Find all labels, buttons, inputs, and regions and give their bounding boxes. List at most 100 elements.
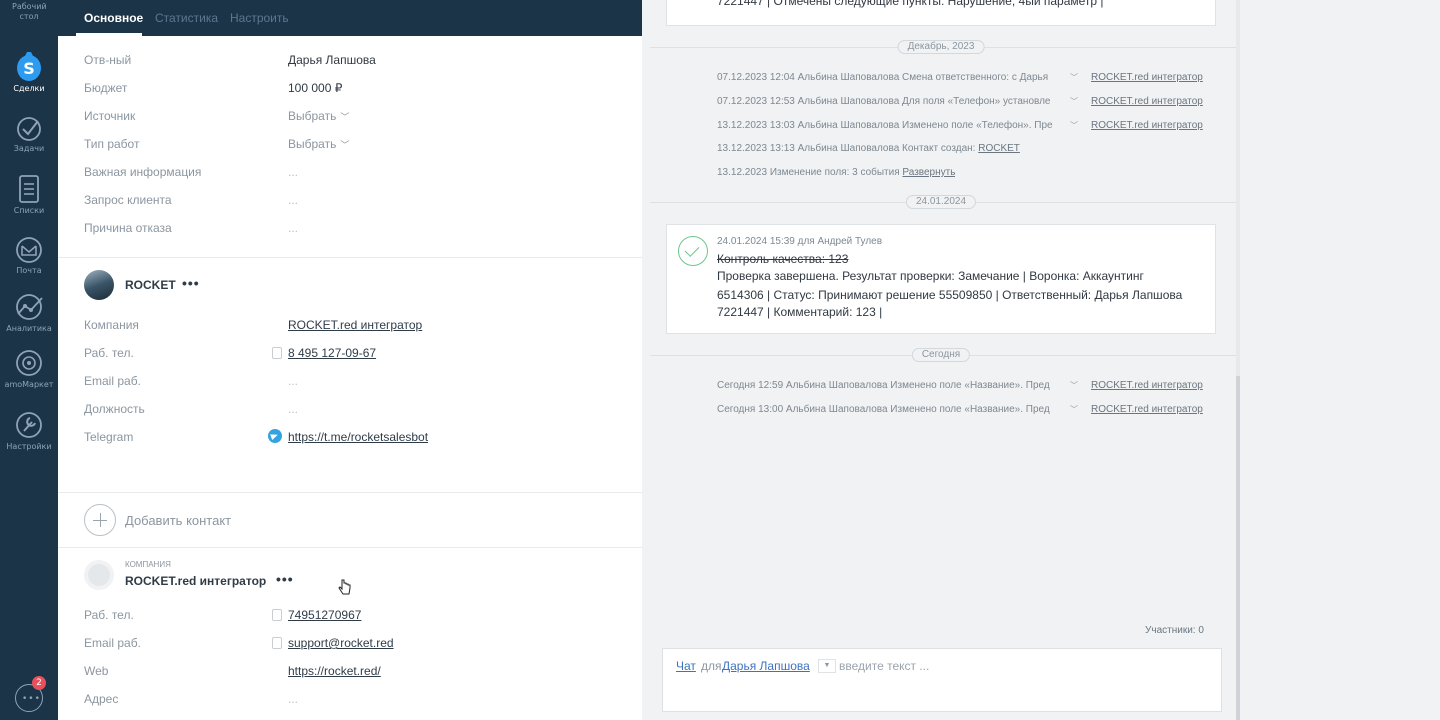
contact-field-phone: Раб. тел. 8 495 127-09-67 (84, 343, 624, 363)
field-source: Источник Выбрать ﹀ (84, 106, 624, 126)
chat-mode-link[interactable]: Чат (676, 659, 696, 673)
settings-icon (16, 412, 42, 438)
web-link[interactable]: https://rocket.red/ (288, 664, 381, 678)
telegram-link[interactable]: https://t.me/rocketsalesbot (288, 430, 428, 444)
nav-label: Настройки (6, 442, 52, 451)
contact-more-button[interactable]: ••• (182, 275, 200, 291)
tab-configure[interactable]: Настроить (230, 11, 289, 25)
phone-link[interactable]: 74951270967 (288, 608, 361, 622)
field-value[interactable]: ... (288, 374, 298, 388)
field-value[interactable]: ... (288, 165, 298, 179)
date-pill: 24.01.2024 (905, 195, 977, 209)
field-value[interactable]: ... (288, 692, 298, 706)
divider (58, 257, 642, 258)
avatar[interactable] (84, 270, 114, 300)
telegram-icon (268, 429, 282, 443)
mail-icon (16, 237, 42, 263)
participants-count[interactable]: Участники: 0 (1145, 625, 1204, 636)
event-text: 07.12.2023 12:04 Альбина Шаповалова Смен… (717, 72, 1049, 83)
chat-icon: ••• (22, 694, 41, 704)
event-text: 13.12.2023 Изменение поля: 3 события Раз… (717, 167, 955, 178)
chevron-down-icon[interactable]: ﹀ (1070, 96, 1078, 107)
contact-header: ROCKET ••• (84, 270, 284, 300)
contact-field-position: Должность ... (84, 399, 624, 419)
card-tabs: Основное Статистика Настроить (58, 0, 642, 36)
email-icon (272, 637, 282, 649)
event-entity-link[interactable]: ROCKET.red интегратор (1091, 72, 1203, 83)
field-label: Отв-ный (84, 53, 132, 67)
field-value[interactable]: 100 000 ₽ (288, 81, 342, 95)
event-text: Сегодня 12:59 Альбина Шаповалова Изменен… (717, 380, 1050, 391)
event-entity-link[interactable]: ROCKET.red интегратор (1091, 120, 1203, 131)
company-field-web: Web https://rocket.red/ (84, 661, 624, 681)
field-label: Должность (84, 402, 145, 416)
event-text-main: 13.12.2023 13:13 Альбина Шаповалова Конт… (717, 143, 979, 154)
check-circle-icon[interactable] (678, 236, 708, 266)
field-label: Тип работ (84, 137, 140, 151)
company-more-button[interactable]: ••• (276, 571, 294, 587)
nav-item-analytics[interactable]: Аналитика (0, 292, 58, 334)
field-budget: Бюджет 100 000 ₽ (84, 78, 624, 98)
chevron-down-icon[interactable]: ﹀ (1070, 72, 1078, 83)
contact-link[interactable]: ROCKET (978, 143, 1020, 154)
tab-statistics[interactable]: Статистика (155, 11, 218, 25)
divider (58, 492, 642, 493)
nav-item-tasks[interactable]: Задачи (0, 116, 58, 154)
event-text: Сегодня 13:00 Альбина Шаповалова Изменен… (717, 404, 1050, 415)
event-entity-link[interactable]: ROCKET.red интегратор (1091, 404, 1203, 415)
nav-label: Почта (16, 266, 42, 275)
tasks-icon (17, 117, 41, 141)
nav-item-settings[interactable]: Настройки (0, 410, 58, 452)
recipient-link[interactable]: Дарья Лапшова (722, 659, 810, 673)
field-value[interactable]: Дарья Лапшова (288, 53, 376, 67)
task-result-line: Проверка завершена. Результат проверки: … (717, 269, 1144, 283)
event-entity-link[interactable]: ROCKET.red интегратор (1091, 380, 1203, 391)
chevron-down-icon[interactable]: ﹀ (1070, 404, 1078, 415)
nav-item-desktop[interactable]: Рабочий стол (0, 2, 58, 22)
add-contact-label: Добавить контакт (125, 513, 232, 528)
composer-for-label: для (701, 659, 722, 673)
phone-icon (272, 609, 282, 621)
company-field-email: Email раб. support@rocket.red (84, 633, 624, 653)
email-link[interactable]: support@rocket.red (288, 636, 394, 650)
field-value[interactable]: ... (288, 193, 298, 207)
field-label: Запрос клиента (84, 193, 172, 207)
nav-label: Списки (13, 206, 45, 215)
phone-link[interactable]: 8 495 127-09-67 (288, 346, 376, 360)
event-text: 13.12.2023 13:03 Альбина Шаповалова Изме… (717, 120, 1053, 131)
note-text: 7221447 | Отмечены следующие пункты: Нар… (717, 0, 1104, 8)
event-entity-link[interactable]: ROCKET.red интегратор (1091, 96, 1203, 107)
nav-item-lists[interactable]: Списки (0, 174, 58, 216)
field-value[interactable]: ... (288, 221, 298, 235)
note-card: 7221447 | Отмечены следующие пункты: Нар… (666, 0, 1216, 26)
contact-name[interactable]: ROCKET (125, 278, 176, 292)
field-label: Важная информация (84, 165, 202, 179)
company-field-address: Адрес ... (84, 689, 624, 709)
nav-item-market[interactable]: amoМаркет (0, 348, 58, 390)
company-link[interactable]: ROCKET.red интегратор (288, 318, 422, 332)
field-value[interactable]: ... (288, 402, 298, 416)
deals-icon: S (17, 52, 41, 81)
chevron-down-icon[interactable]: ﹀ (1070, 120, 1078, 131)
tab-main[interactable]: Основное (84, 11, 143, 25)
chevron-down-icon[interactable]: ▼ (818, 659, 836, 673)
work-type-select[interactable]: Выбрать ﹀ (288, 137, 349, 151)
date-pill: Сегодня (911, 348, 971, 362)
field-label: Email раб. (84, 636, 141, 650)
nav-item-deals[interactable]: S Сделки (0, 52, 58, 94)
event-text: 07.12.2023 12:53 Альбина Шаповалова Для … (717, 96, 1051, 107)
nav-item-mail[interactable]: Почта (0, 236, 58, 276)
expand-link[interactable]: Развернуть (902, 167, 955, 178)
select-value: Выбрать (288, 137, 337, 151)
source-select[interactable]: Выбрать ﹀ (288, 109, 349, 123)
contact-field-email: Email раб. ... (84, 371, 624, 391)
field-label: Email раб. (84, 374, 141, 388)
phone-icon (272, 347, 282, 359)
company-avatar[interactable] (84, 560, 114, 590)
market-icon (16, 350, 42, 376)
chevron-down-icon[interactable]: ﹀ (1070, 380, 1078, 391)
field-label: Web (84, 664, 109, 678)
company-field-phone: Раб. тел. 74951270967 (84, 605, 624, 625)
company-name[interactable]: ROCKET.red интегратор (125, 574, 266, 588)
message-input[interactable] (839, 657, 1199, 675)
